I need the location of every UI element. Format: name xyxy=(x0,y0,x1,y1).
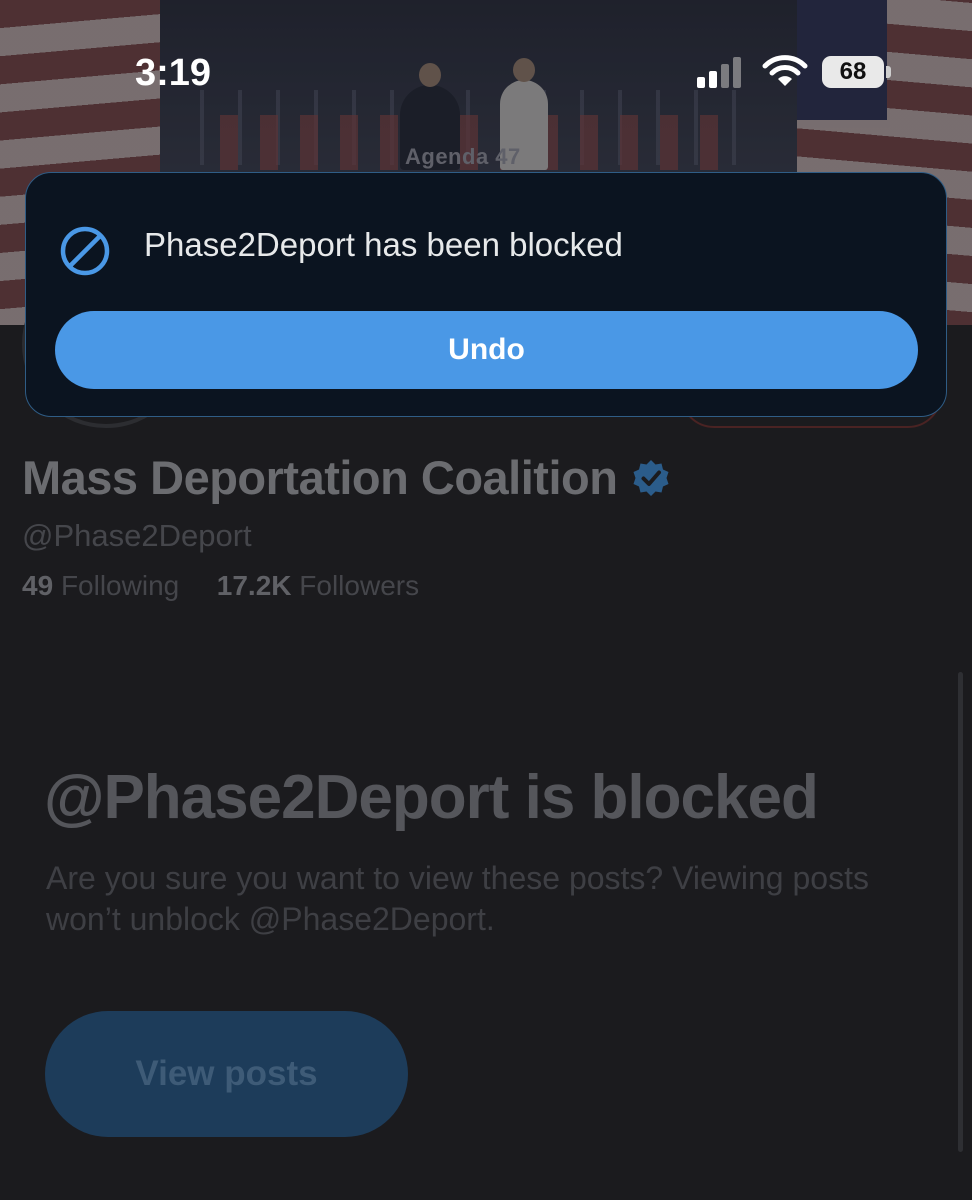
verified-badge-icon[interactable] xyxy=(631,458,671,498)
followers-link[interactable]: 17.2K Followers xyxy=(217,570,419,601)
status-time: 3:19 xyxy=(135,52,212,94)
blocked-title: @Phase2Deport is blocked xyxy=(44,763,819,832)
blocked-toast: Phase2Deport has been blocked Undo xyxy=(25,172,947,417)
cellular-signal-icon xyxy=(697,56,743,88)
profile-stats: 49 Following 17.2K Followers xyxy=(22,570,419,602)
wifi-icon xyxy=(762,55,808,86)
following-link[interactable]: 49 Following xyxy=(22,570,187,601)
followers-label: Followers xyxy=(299,570,420,601)
profile-name-row: Mass Deportation Coalition xyxy=(22,450,671,505)
display-name: Mass Deportation Coalition xyxy=(22,451,618,504)
scrollbar[interactable] xyxy=(958,672,963,1152)
blocked-description: Are you sure you want to view these post… xyxy=(46,860,869,937)
battery-indicator: 68 xyxy=(822,56,884,88)
profile-handle: @Phase2Deport xyxy=(22,518,252,553)
toast-message: Phase2Deport has been blocked xyxy=(144,226,623,263)
view-posts-button[interactable]: View posts xyxy=(45,1011,408,1137)
followers-count: 17.2K xyxy=(216,570,292,601)
following-count: 49 xyxy=(22,570,54,601)
block-icon xyxy=(60,226,110,276)
following-label: Following xyxy=(60,570,180,601)
undo-button[interactable]: Undo xyxy=(55,311,918,389)
